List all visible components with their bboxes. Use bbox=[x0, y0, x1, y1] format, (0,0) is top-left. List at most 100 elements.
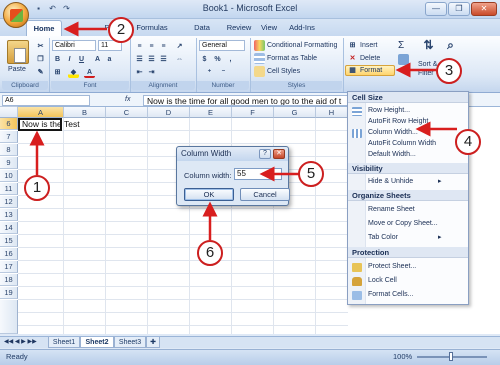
ok-button[interactable]: OK bbox=[184, 188, 234, 201]
decrease-decimal-icon[interactable]: ⁻ bbox=[218, 67, 229, 78]
number-format-box[interactable]: General bbox=[199, 40, 245, 51]
cell-styles-button[interactable]: Cell Styles bbox=[267, 66, 300, 77]
maximize-button[interactable]: ❐ bbox=[448, 2, 470, 16]
paste-icon[interactable] bbox=[7, 40, 29, 64]
tab-review[interactable]: Review bbox=[222, 20, 256, 36]
menu-item-row-height[interactable]: Row Height... bbox=[368, 106, 410, 116]
redo-icon[interactable]: ↷ bbox=[61, 4, 72, 14]
font-name-box[interactable]: Calibri bbox=[52, 40, 96, 51]
percent-button[interactable]: % bbox=[212, 54, 223, 65]
undo-icon[interactable]: ↶ bbox=[47, 4, 58, 14]
borders-icon[interactable]: ⊞ bbox=[52, 67, 63, 78]
cut-icon[interactable]: ✂ bbox=[35, 41, 46, 52]
row-header-17[interactable]: 17 bbox=[0, 261, 18, 273]
sort-filter-icon[interactable]: ⇅ bbox=[423, 39, 434, 51]
row-header-7[interactable]: 7 bbox=[0, 131, 18, 143]
column-header-b[interactable]: B bbox=[64, 107, 106, 118]
tab-formulas[interactable]: Formulas bbox=[132, 20, 172, 36]
menu-item-autofit-column[interactable]: AutoFit Column Width bbox=[368, 139, 436, 149]
autosum-button[interactable]: Σ bbox=[398, 40, 404, 51]
align-left-icon[interactable]: ☰ bbox=[134, 54, 145, 65]
row-header-8[interactable]: 8 bbox=[0, 144, 18, 156]
decrease-indent-icon[interactable]: ⇤ bbox=[134, 67, 145, 78]
tab-add-ins[interactable]: Add-Ins bbox=[284, 20, 320, 36]
align-top-icon[interactable]: ≡ bbox=[134, 41, 145, 52]
column-header-e[interactable]: E bbox=[190, 107, 232, 118]
sheet-tab-3[interactable]: Sheet3 bbox=[114, 337, 146, 348]
zoom-slider-thumb[interactable] bbox=[449, 352, 453, 361]
row-header-19[interactable]: 19 bbox=[0, 287, 18, 299]
menu-item-tab-color[interactable]: Tab Color bbox=[368, 233, 398, 243]
underline-button[interactable]: U bbox=[76, 54, 87, 65]
zoom-level[interactable]: 100% bbox=[393, 352, 412, 361]
sheet-nav-icon[interactable]: ◀◀ ◀ ▶ ▶▶ bbox=[4, 337, 37, 348]
row-header-6[interactable]: 6 bbox=[0, 118, 18, 130]
save-icon[interactable]: ▪ bbox=[33, 4, 44, 14]
name-box[interactable]: A6 bbox=[2, 95, 90, 106]
bold-button[interactable]: B bbox=[52, 54, 63, 65]
column-header-h[interactable]: H bbox=[316, 107, 348, 118]
column-header-d[interactable]: D bbox=[148, 107, 190, 118]
row-header-13[interactable]: 13 bbox=[0, 209, 18, 221]
cell-b6[interactable]: Test bbox=[64, 120, 80, 129]
copy-icon[interactable]: ❐ bbox=[35, 54, 46, 65]
column-header-c[interactable]: C bbox=[106, 107, 148, 118]
align-bottom-icon[interactable]: ≡ bbox=[158, 41, 169, 52]
sheet-tab-2[interactable]: Sheet2 bbox=[80, 337, 114, 348]
dialog-close-button[interactable]: ✕ bbox=[273, 149, 285, 159]
sheet-tab-1[interactable]: Sheet1 bbox=[48, 337, 80, 348]
increase-decimal-icon[interactable]: ⁺ bbox=[204, 67, 215, 78]
close-button[interactable]: ✕ bbox=[471, 2, 497, 16]
row-header-16[interactable]: 16 bbox=[0, 248, 18, 260]
conditional-formatting-button[interactable]: Conditional Formatting bbox=[267, 40, 337, 51]
format-as-table-button[interactable]: Format as Table bbox=[267, 53, 317, 64]
orientation-icon[interactable]: ↗ bbox=[174, 41, 185, 52]
row-header-11[interactable]: 11 bbox=[0, 183, 18, 195]
row-header-18[interactable]: 18 bbox=[0, 274, 18, 286]
column-header-f[interactable]: F bbox=[232, 107, 274, 118]
align-middle-icon[interactable]: ≡ bbox=[146, 41, 157, 52]
dialog-help-button[interactable]: ? bbox=[259, 149, 271, 159]
currency-button[interactable]: $ bbox=[199, 54, 210, 65]
increase-indent-icon[interactable]: ⇥ bbox=[146, 67, 157, 78]
cancel-button[interactable]: Cancel bbox=[240, 188, 290, 201]
row-header-12[interactable]: 12 bbox=[0, 196, 18, 208]
formula-input[interactable]: Now is the time for all good men to go t… bbox=[143, 95, 355, 106]
format-painter-icon[interactable]: ✎ bbox=[35, 67, 46, 78]
cell-a6[interactable]: Now is the time for all good men to go t… bbox=[18, 118, 62, 131]
select-all-corner[interactable] bbox=[0, 107, 18, 118]
delete-cells-button[interactable]: Delete bbox=[360, 53, 380, 64]
fill-color-icon[interactable]: ◆ bbox=[68, 67, 79, 78]
menu-item-format-cells[interactable]: Format Cells... bbox=[368, 290, 414, 300]
align-center-icon[interactable]: ☰ bbox=[146, 54, 157, 65]
menu-item-autofit-row[interactable]: AutoFit Row Height bbox=[368, 117, 428, 127]
font-color-icon[interactable]: A bbox=[84, 67, 95, 78]
align-right-icon[interactable]: ☰ bbox=[158, 54, 169, 65]
increase-font-icon[interactable]: A bbox=[92, 54, 103, 65]
row-header-10[interactable]: 10 bbox=[0, 170, 18, 182]
row-header-15[interactable]: 15 bbox=[0, 235, 18, 247]
menu-item-protect[interactable]: Protect Sheet... bbox=[368, 262, 416, 272]
menu-item-hide-unhide[interactable]: Hide & Unhide bbox=[368, 177, 413, 187]
menu-item-move-copy[interactable]: Move or Copy Sheet... bbox=[368, 219, 438, 229]
tab-home[interactable]: Home bbox=[26, 20, 62, 36]
tab-data[interactable]: Data bbox=[188, 20, 216, 36]
tab-view[interactable]: View bbox=[256, 20, 282, 36]
insert-sheet-icon[interactable]: ✚ bbox=[146, 337, 160, 348]
menu-item-rename[interactable]: Rename Sheet bbox=[368, 205, 415, 215]
row-header-9[interactable]: 9 bbox=[0, 157, 18, 169]
decrease-font-icon[interactable]: a bbox=[104, 54, 115, 65]
insert-function-icon[interactable]: fx bbox=[125, 94, 130, 105]
column-width-input[interactable]: 55 bbox=[234, 168, 282, 180]
column-header-g[interactable]: G bbox=[274, 107, 316, 118]
merge-center-icon[interactable]: ⇔ bbox=[174, 54, 185, 65]
column-header-a[interactable]: A bbox=[18, 107, 64, 118]
comma-button[interactable]: , bbox=[225, 54, 236, 65]
menu-item-default-width[interactable]: Default Width... bbox=[368, 150, 416, 160]
find-select-icon[interactable]: ⌕ bbox=[445, 39, 456, 51]
insert-cells-button[interactable]: Insert bbox=[360, 40, 378, 51]
fill-icon[interactable] bbox=[398, 54, 409, 65]
menu-item-column-width[interactable]: Column Width... bbox=[368, 128, 418, 138]
menu-item-lock-cell[interactable]: Lock Cell bbox=[368, 276, 397, 286]
minimize-button[interactable]: — bbox=[425, 2, 447, 16]
